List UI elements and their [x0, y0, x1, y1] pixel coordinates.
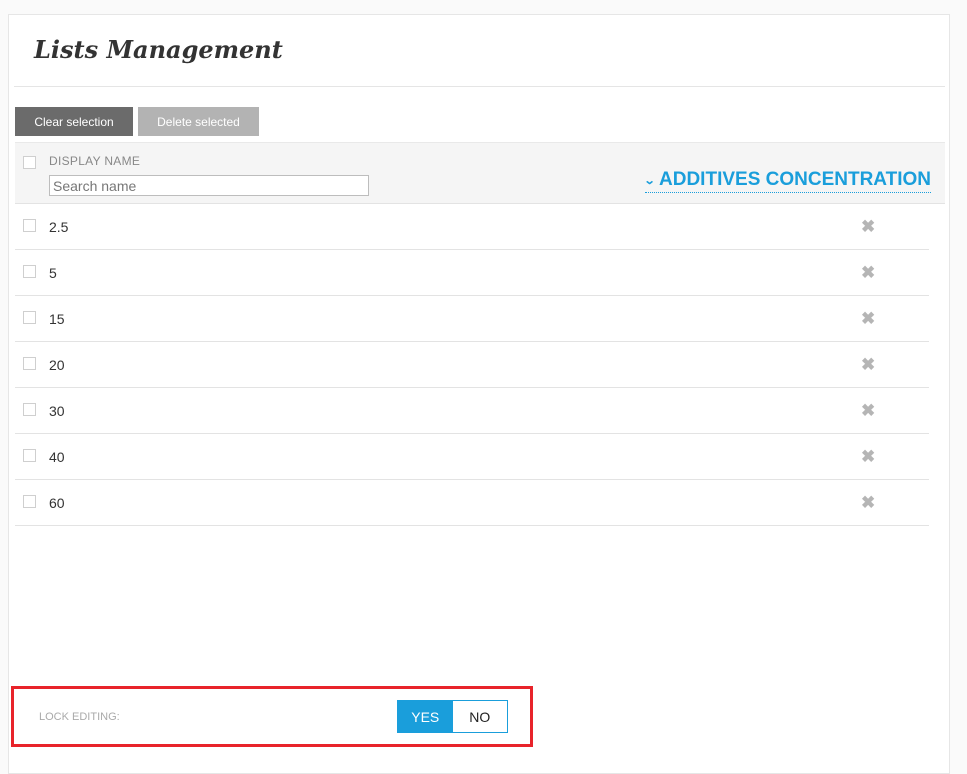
table-row: 5 ✖ [15, 250, 929, 296]
row-display-name: 2.5 [49, 219, 69, 235]
row-checkbox[interactable] [23, 219, 36, 232]
delete-row-icon[interactable]: ✖ [861, 402, 875, 419]
delete-row-icon[interactable]: ✖ [861, 448, 875, 465]
search-input[interactable] [49, 175, 369, 196]
row-display-name: 15 [49, 311, 65, 327]
page-title: Lists Management [34, 35, 283, 64]
list-selector[interactable]: ⌄ ADDITIVES CONCENTRATION [643, 167, 931, 193]
row-checkbox[interactable] [23, 403, 36, 416]
table-row: 60 ✖ [15, 480, 929, 526]
display-name-column-header: DISPLAY NAME [49, 154, 141, 168]
delete-selected-button[interactable]: Delete selected [138, 107, 259, 136]
lock-editing-label: LOCK EDITING: [39, 711, 120, 723]
row-display-name: 60 [49, 495, 65, 511]
table-row: 15 ✖ [15, 296, 929, 342]
title-divider [14, 86, 945, 87]
row-display-name: 5 [49, 265, 57, 281]
table-row: 20 ✖ [15, 342, 929, 388]
lock-yes-option[interactable]: YES [398, 701, 453, 732]
row-checkbox[interactable] [23, 265, 36, 278]
delete-row-icon[interactable]: ✖ [861, 310, 875, 327]
delete-row-icon[interactable]: ✖ [861, 218, 875, 235]
row-display-name: 20 [49, 357, 65, 373]
delete-row-icon[interactable]: ✖ [861, 356, 875, 373]
delete-row-icon[interactable]: ✖ [861, 494, 875, 511]
row-display-name: 30 [49, 403, 65, 419]
row-checkbox[interactable] [23, 449, 36, 462]
select-all-checkbox[interactable] [23, 156, 36, 169]
table-row: 30 ✖ [15, 388, 929, 434]
delete-row-icon[interactable]: ✖ [861, 264, 875, 281]
table-body: 2.5 ✖ 5 ✖ 15 ✖ 20 ✖ 30 ✖ 40 ✖ 60 ✖ [15, 204, 929, 526]
table-row: 2.5 ✖ [15, 204, 929, 250]
table-row: 40 ✖ [15, 434, 929, 480]
row-checkbox[interactable] [23, 311, 36, 324]
clear-selection-button[interactable]: Clear selection [15, 107, 133, 136]
row-checkbox[interactable] [23, 495, 36, 508]
lock-no-option[interactable]: NO [452, 701, 507, 732]
lock-editing-section: LOCK EDITING: YES NO [11, 686, 533, 747]
lock-editing-toggle: YES NO [397, 700, 508, 733]
row-checkbox[interactable] [23, 357, 36, 370]
list-selector-label: ADDITIVES CONCENTRATION [659, 168, 931, 190]
table-header: DISPLAY NAME ⌄ ADDITIVES CONCENTRATION [15, 142, 945, 204]
row-display-name: 40 [49, 449, 65, 465]
lists-management-panel: Lists Management Clear selection Delete … [8, 14, 950, 774]
chevron-down-icon: ⌄ [643, 175, 656, 187]
